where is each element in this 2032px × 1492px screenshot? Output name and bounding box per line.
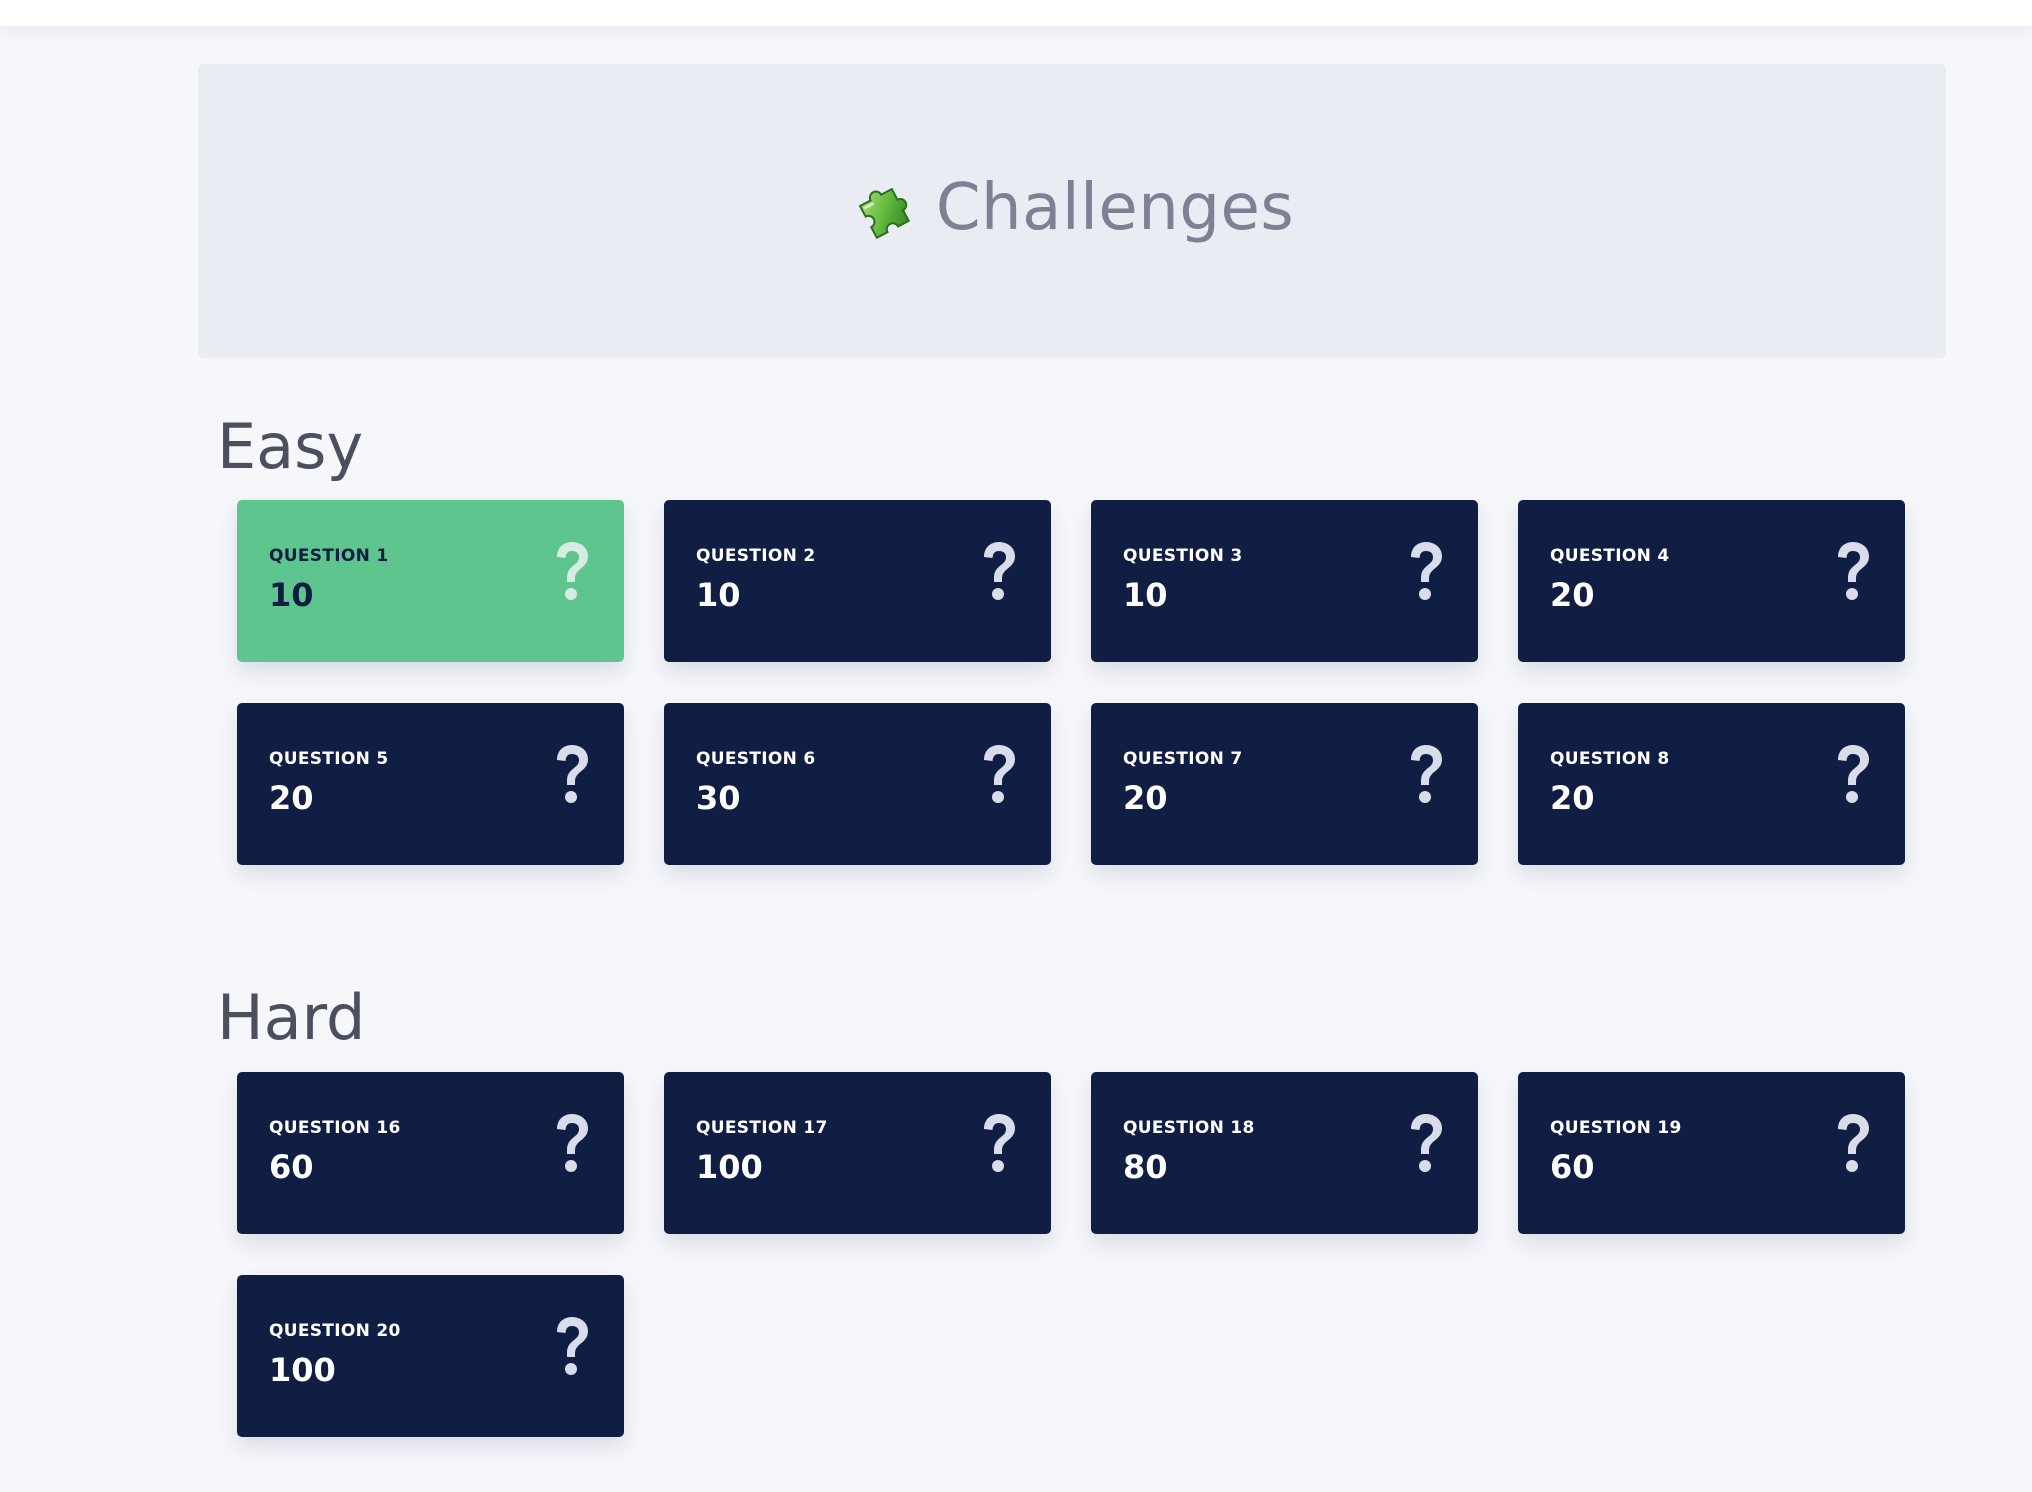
- challenge-card-label: QUESTION 3: [1123, 546, 1243, 566]
- question-mark-icon: [550, 743, 594, 807]
- challenge-card-label: QUESTION 20: [269, 1321, 401, 1341]
- question-mark-icon: [1404, 743, 1448, 807]
- challenge-card-points: 20: [269, 779, 314, 817]
- challenge-card-label: QUESTION 8: [1550, 749, 1670, 769]
- challenge-card-label: QUESTION 2: [696, 546, 816, 566]
- question-mark-icon: [1831, 743, 1875, 807]
- question-mark-icon: [1404, 540, 1448, 604]
- challenge-card-points: 10: [269, 576, 314, 614]
- challenge-card-points: 60: [269, 1148, 314, 1186]
- page-title: Challenges: [935, 171, 1295, 245]
- challenge-card[interactable]: QUESTION 1 10: [237, 500, 624, 662]
- challenge-card[interactable]: QUESTION 6 30: [664, 703, 1051, 865]
- question-mark-icon: [1831, 540, 1875, 604]
- challenge-card-points: 20: [1550, 779, 1595, 817]
- section-title-easy: Easy: [217, 410, 364, 483]
- challenge-card-points: 10: [696, 576, 741, 614]
- challenge-card[interactable]: QUESTION 17 100: [664, 1072, 1051, 1234]
- challenge-card[interactable]: QUESTION 3 10: [1091, 500, 1478, 662]
- question-mark-icon: [550, 1112, 594, 1176]
- question-mark-icon: [1831, 1112, 1875, 1176]
- challenge-card[interactable]: QUESTION 7 20: [1091, 703, 1478, 865]
- challenge-card[interactable]: QUESTION 4 20: [1518, 500, 1905, 662]
- challenge-card-label: QUESTION 1: [269, 546, 389, 566]
- challenge-card-label: QUESTION 16: [269, 1118, 401, 1138]
- question-mark-icon: [550, 1315, 594, 1379]
- challenge-card-label: QUESTION 19: [1550, 1118, 1682, 1138]
- challenge-card-points: 100: [269, 1351, 336, 1389]
- challenge-card-label: QUESTION 5: [269, 749, 389, 769]
- challenge-card[interactable]: QUESTION 18 80: [1091, 1072, 1478, 1234]
- challenge-card[interactable]: QUESTION 20 100: [237, 1275, 624, 1437]
- challenge-card[interactable]: QUESTION 16 60: [237, 1072, 624, 1234]
- challenge-card-label: QUESTION 18: [1123, 1118, 1255, 1138]
- challenge-card[interactable]: QUESTION 8 20: [1518, 703, 1905, 865]
- question-mark-icon: [977, 1112, 1021, 1176]
- challenge-card-points: 60: [1550, 1148, 1595, 1186]
- challenge-card-points: 80: [1123, 1148, 1168, 1186]
- challenge-card-label: QUESTION 17: [696, 1118, 828, 1138]
- challenge-card-label: QUESTION 4: [1550, 546, 1670, 566]
- puzzle-piece-icon: [850, 172, 922, 244]
- hero-title-group: Challenges: [850, 171, 1294, 245]
- challenge-card-points: 30: [696, 779, 741, 817]
- question-mark-icon: [977, 743, 1021, 807]
- challenge-card-points: 10: [1123, 576, 1168, 614]
- question-mark-icon: [977, 540, 1021, 604]
- challenge-card-points: 20: [1550, 576, 1595, 614]
- challenges-hero: Challenges: [198, 64, 1946, 358]
- challenge-card[interactable]: QUESTION 19 60: [1518, 1072, 1905, 1234]
- challenge-card-label: QUESTION 7: [1123, 749, 1243, 769]
- question-mark-icon: [550, 540, 594, 604]
- top-navbar: [0, 0, 2032, 26]
- challenge-card[interactable]: QUESTION 5 20: [237, 703, 624, 865]
- challenge-card[interactable]: QUESTION 2 10: [664, 500, 1051, 662]
- challenge-card-points: 20: [1123, 779, 1168, 817]
- challenge-card-label: QUESTION 6: [696, 749, 816, 769]
- question-mark-icon: [1404, 1112, 1448, 1176]
- section-title-hard: Hard: [217, 981, 366, 1054]
- challenge-card-points: 100: [696, 1148, 763, 1186]
